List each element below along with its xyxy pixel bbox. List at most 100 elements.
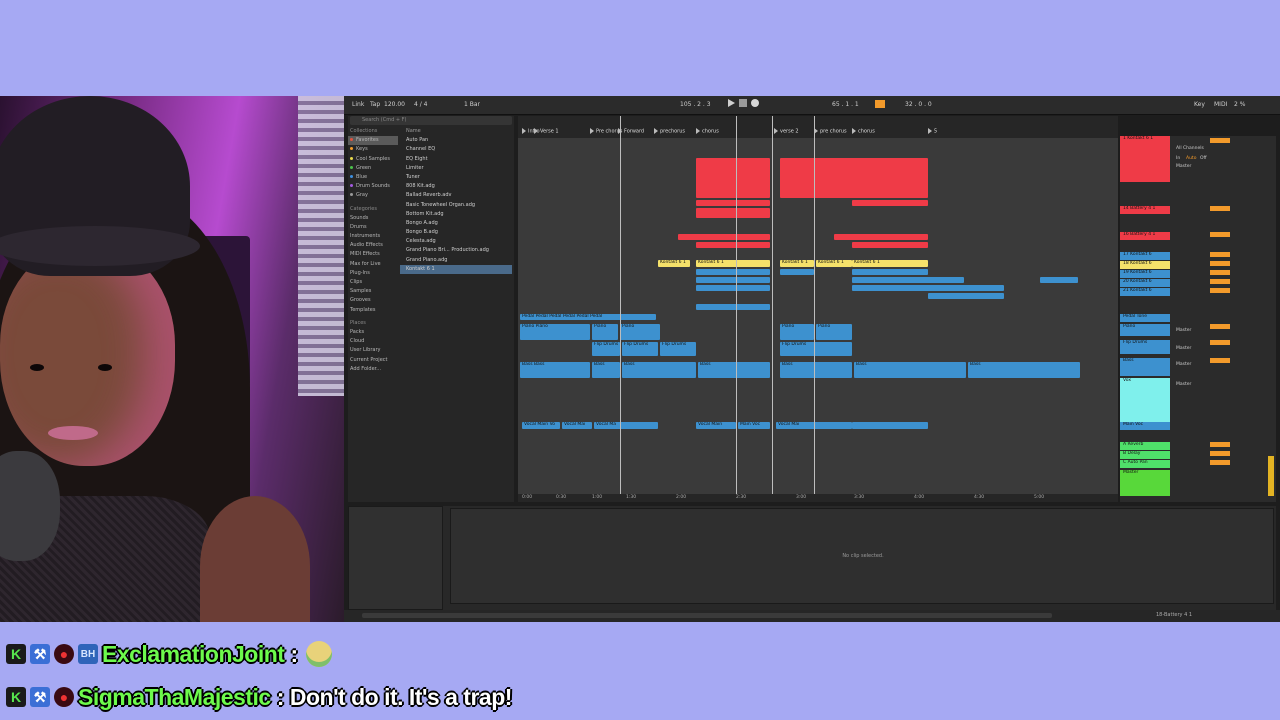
clip-kontakt-blue[interactable] (696, 285, 770, 291)
clip-kontakt-blue[interactable] (852, 269, 928, 275)
category-instruments[interactable]: Instruments (348, 232, 398, 241)
clip-bass[interactable]: Bass (780, 362, 852, 378)
file-item[interactable]: Auto Pan (400, 136, 512, 145)
clip-battery-red[interactable] (852, 200, 928, 206)
clip-bass[interactable]: Bass (854, 362, 966, 378)
clip-flip-drums[interactable]: Flip Drums (622, 342, 658, 356)
track-header[interactable]: Main Voc (1120, 422, 1170, 430)
clip-battery-red[interactable] (678, 234, 770, 240)
locator-prechorus[interactable]: prechorus (654, 128, 685, 135)
clip-kontakt-red[interactable] (696, 158, 770, 198)
clip-vocal[interactable]: Main Voc (738, 422, 770, 429)
volume-field[interactable] (1210, 288, 1230, 293)
clip-battery-red[interactable] (834, 234, 928, 240)
volume-field[interactable] (1210, 324, 1230, 329)
track-lane[interactable] (518, 228, 1118, 259)
track-lane[interactable] (518, 202, 1118, 229)
arrangement-ruler[interactable]: Intro Verse 1 Pre chorus Forward prechor… (518, 116, 1118, 139)
clip-vocal[interactable]: Vocal Mai (562, 422, 592, 429)
loop-length-field[interactable]: 32 . 0 . 0 (905, 101, 932, 108)
volume-field[interactable] (1210, 252, 1230, 257)
clip-vocal[interactable]: Vocal Ma (594, 422, 658, 429)
volume-field[interactable] (1210, 270, 1230, 275)
clip-kontakt-yellow[interactable]: Kontakt 6 1 (658, 260, 690, 267)
category-drums[interactable]: Drums (348, 223, 398, 232)
clip-battery-red[interactable] (696, 200, 770, 206)
clip-kontakt-blue[interactable] (696, 304, 770, 310)
clip-kontakt-red[interactable] (780, 158, 928, 198)
track-header[interactable]: 16 Battery 4 1 (1120, 232, 1170, 240)
collection-favorites[interactable]: Favorites (348, 136, 398, 146)
key-map-button[interactable]: Key (1194, 101, 1205, 108)
locator-chorus-2[interactable]: chorus (852, 128, 875, 135)
track-header[interactable]: 20 Kontakt 6 (1120, 279, 1170, 287)
track-header[interactable]: 21 Kontakt 6 (1120, 288, 1170, 296)
clip-kontakt-blue[interactable] (852, 285, 1004, 291)
collection-green[interactable]: Green (348, 164, 398, 173)
track-lane[interactable] (518, 138, 1118, 157)
category-samples[interactable]: Samples (348, 287, 398, 296)
file-item[interactable]: 808 Kit.adg (400, 182, 512, 191)
clip-bass[interactable]: Bass Bass (520, 362, 590, 378)
clip-piano[interactable]: Piano (620, 324, 660, 340)
volume-field[interactable] (1210, 261, 1230, 266)
clip-bass[interactable]: Bass (592, 362, 620, 378)
track-header[interactable]: Pedal Tone (1120, 314, 1170, 322)
track-header[interactable]: Bass (1120, 358, 1170, 376)
file-item[interactable]: EQ Eight (400, 155, 512, 164)
track-header[interactable]: 1 Kontakt 6 1 (1120, 136, 1170, 182)
category-sounds[interactable]: Sounds (348, 214, 398, 223)
category-clips[interactable]: Clips (348, 278, 398, 287)
clip-pedal-tone[interactable]: Pedal Pedal Pedal Pedal Pedal Pedal (520, 314, 656, 320)
browser-search-input[interactable]: Search (Cmd + F) (350, 116, 512, 125)
file-item[interactable]: Channel EQ (400, 145, 512, 154)
clip-kontakt-blue[interactable] (780, 269, 814, 275)
file-item[interactable]: Grand Piano Bri... Production.adg (400, 246, 512, 255)
clip-vocal[interactable]: Vocal Main (696, 422, 736, 429)
category-audio-effects[interactable]: Audio Effects (348, 241, 398, 250)
track-header[interactable]: Master (1120, 470, 1170, 496)
file-item[interactable]: Ballad Reverb.adv (400, 191, 512, 200)
track-header[interactable]: Flip Drums (1120, 340, 1170, 354)
file-item[interactable]: Limiter (400, 164, 512, 173)
place-current-project[interactable]: Current Project (348, 356, 398, 365)
file-item[interactable]: Bongo A.adg (400, 219, 512, 228)
file-item[interactable]: Tuner (400, 173, 512, 182)
clip-piano[interactable]: Piano (592, 324, 618, 340)
collection-gray[interactable]: Gray (348, 191, 398, 200)
monitor-auto[interactable]: Auto (1186, 156, 1196, 161)
place-packs[interactable]: Packs (348, 328, 398, 337)
locator-verse-2[interactable]: verse 2 (774, 128, 799, 135)
clip-battery-red[interactable] (696, 208, 770, 218)
output-select[interactable]: Master (1176, 164, 1191, 169)
name-column-header[interactable]: Name (400, 127, 512, 136)
stop-icon[interactable] (739, 99, 747, 107)
output-select[interactable]: Master (1176, 328, 1191, 333)
loop-toggle-icon[interactable] (875, 100, 885, 108)
track-header[interactable]: 19 Kontakt 6 (1120, 270, 1170, 278)
clip-piano[interactable]: Piano (816, 324, 852, 340)
clip-flip-drums[interactable]: Flip Drums (780, 342, 852, 356)
clip-vocal[interactable] (852, 422, 928, 429)
clip-kontakt-yellow[interactable]: Kontakt 6 1 (816, 260, 852, 267)
place-cloud[interactable]: Cloud (348, 337, 398, 346)
track-header[interactable]: 14 Battery 4 1 (1120, 206, 1170, 214)
volume-field[interactable] (1210, 340, 1230, 345)
output-select[interactable]: Master (1176, 382, 1191, 387)
locator-forward[interactable]: Forward (618, 128, 644, 135)
file-item[interactable]: Grand Piano.adg (400, 256, 512, 265)
track-header[interactable]: Vox (1120, 378, 1170, 422)
tempo-field[interactable]: 120.00 (384, 101, 405, 108)
horizontal-scrollbar[interactable] (362, 613, 1052, 618)
clip-kontakt-yellow[interactable]: Kontakt 6 1 (780, 260, 814, 267)
monitor-in[interactable]: In (1176, 156, 1180, 161)
song-position-field[interactable]: 105 . 2 . 3 (680, 101, 711, 108)
clip-kontakt-blue[interactable] (928, 293, 1004, 299)
collection-drum-sounds[interactable]: Drum Sounds (348, 182, 398, 191)
locator-verse-1[interactable]: Verse 1 (534, 128, 559, 135)
file-item[interactable]: Celesta.adg (400, 237, 512, 246)
collection-keys[interactable]: Keys (348, 145, 398, 154)
midi-map-button[interactable]: MIDI (1214, 101, 1227, 108)
tap-button[interactable]: Tap (370, 101, 380, 108)
clip-bass[interactable]: Bass (698, 362, 770, 378)
